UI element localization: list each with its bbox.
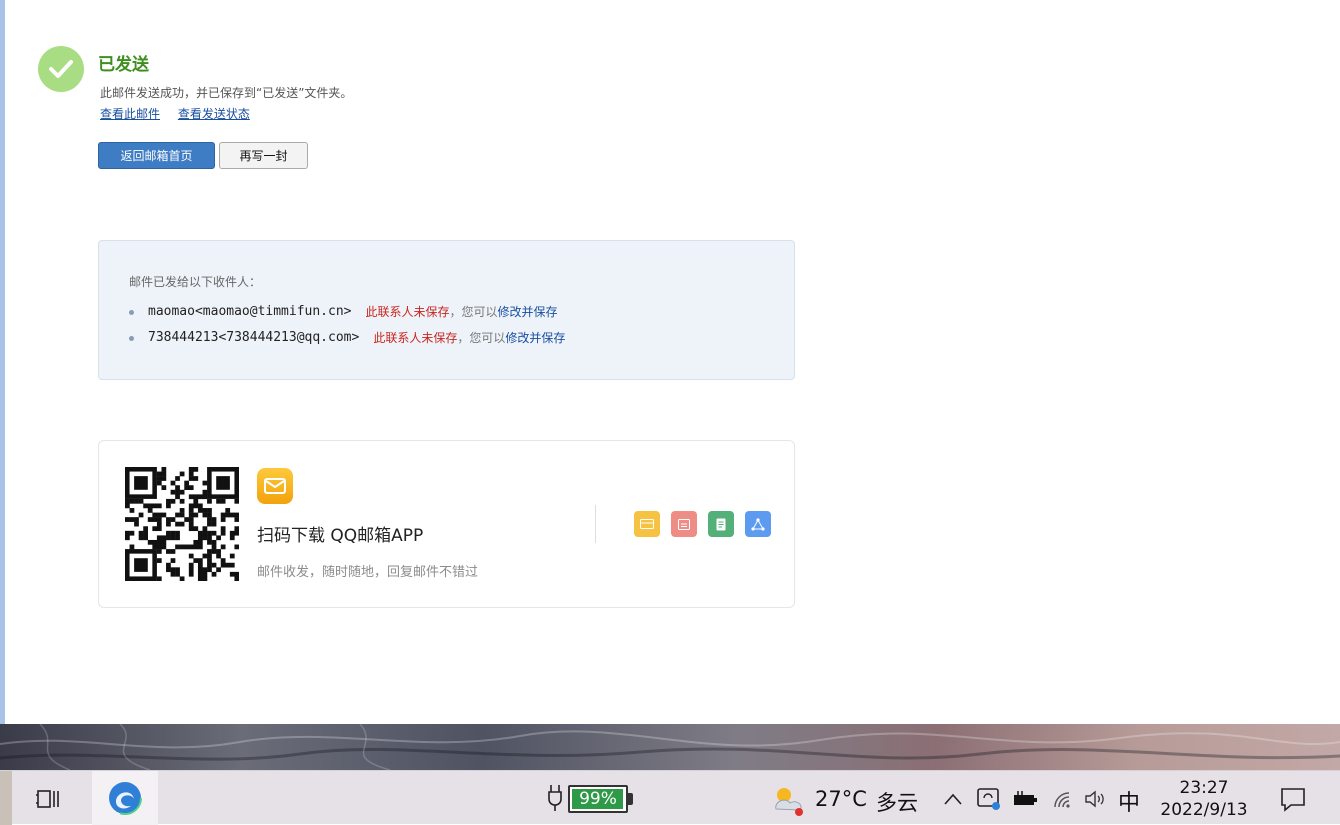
notification-center-icon[interactable] [1278, 785, 1308, 813]
recipients-panel: 邮件已发给以下收件人： maomao<maomao@timmifun.cn> 此… [98, 240, 795, 380]
app-promo-title: 扫码下载 QQ邮箱APP [257, 526, 424, 546]
clock-date: 2022/9/13 [1160, 800, 1248, 820]
view-send-status-link[interactable]: 查看发送状态 [178, 107, 250, 121]
volume-icon[interactable] [1082, 788, 1108, 810]
bullet-dot [129, 309, 134, 315]
recipients-heading: 邮件已发给以下收件人： [129, 275, 262, 289]
mail-icon [634, 511, 660, 537]
edge-browser-icon[interactable] [92, 771, 158, 825]
app-download-panel: 扫码下载 QQ邮箱APP 邮件收发，随时随地，回复邮件不错过 [98, 440, 795, 608]
battery-tray-icon[interactable] [1012, 788, 1040, 810]
modify-save-link[interactable]: 修改并保存 [498, 299, 558, 325]
desktop-wallpaper [0, 724, 1340, 770]
battery-indicator[interactable]: 99% [568, 785, 628, 813]
recipient-unsaved-note: 此联系人未保存 [365, 305, 450, 319]
clock-time: 23:27 [1179, 778, 1229, 798]
result-links: 查看此邮件 查看发送状态 [100, 105, 264, 122]
screen-sync-icon[interactable] [976, 786, 1002, 812]
recipients-list: maomao<maomao@timmifun.cn> 此联系人未保存 ，您可以 … [129, 299, 565, 351]
qr-code [125, 467, 239, 581]
battery-tip [628, 793, 633, 805]
calendar-icon [671, 511, 697, 537]
power-plug-icon [546, 783, 564, 813]
weather-temperature[interactable]: 27°C [815, 787, 867, 811]
recipient-separator-text: ，您可以 [457, 331, 506, 345]
recipient-address: maomao<maomao@timmifun.cn> [148, 304, 352, 319]
weather-partly-cloudy-icon[interactable] [768, 783, 808, 817]
recipient-separator-text: ，您可以 [449, 305, 498, 319]
modify-save-link[interactable]: 修改并保存 [505, 325, 565, 351]
app-promo-description: 邮件收发，随时随地，回复邮件不错过 [257, 565, 479, 580]
recipient-item: maomao<maomao@timmifun.cn> 此联系人未保存 ，您可以 … [129, 299, 565, 325]
chevron-up-icon[interactable] [942, 787, 964, 811]
sent-subtitle: 此邮件发送成功，并已保存到“已发送”文件夹。 [100, 86, 353, 100]
sent-title: 已发送 [98, 55, 149, 75]
recipient-address: 738444213<738444213@qq.com> [148, 330, 360, 345]
write-another-button[interactable]: 再写一封 [219, 142, 308, 169]
left-window-edge [0, 0, 5, 724]
note-icon [708, 511, 734, 537]
share-icon [745, 511, 771, 537]
qq-mail-logo-icon [257, 468, 293, 504]
view-mail-link[interactable]: 查看此邮件 [100, 107, 160, 121]
recipient-item: 738444213<738444213@qq.com> 此联系人未保存 ，您可以… [129, 325, 565, 351]
task-view-icon[interactable] [34, 785, 62, 813]
back-to-inbox-button[interactable]: 返回邮箱首页 [98, 142, 215, 169]
recipient-unsaved-note: 此联系人未保存 [373, 331, 458, 345]
windows-taskbar: 99% 27°C 多云 中 23:27 2022/9/13 [0, 770, 1340, 825]
success-check-icon [38, 46, 84, 92]
divider [595, 505, 596, 543]
input-method-indicator[interactable]: 中 [1118, 785, 1140, 817]
weather-description[interactable]: 多云 [876, 787, 918, 817]
battery-percent-label: 99% [579, 789, 617, 809]
pinned-app-icon[interactable] [0, 771, 12, 825]
bullet-dot [129, 335, 134, 341]
system-clock[interactable]: 23:27 2022/9/13 [1146, 777, 1262, 821]
wifi-icon[interactable] [1050, 788, 1076, 810]
